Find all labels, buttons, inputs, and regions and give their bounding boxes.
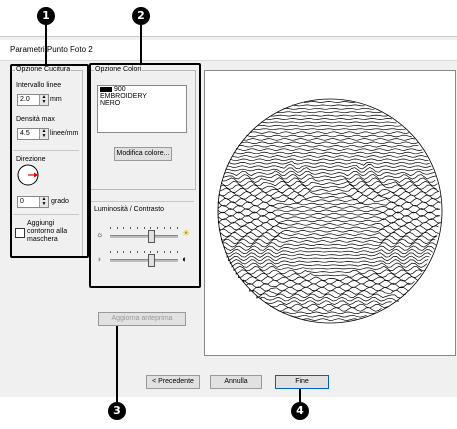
density-spin-buttons[interactable]: ▲ ▼ <box>39 129 48 139</box>
color-brand: EMBROIDERY <box>100 93 147 100</box>
slider-tick <box>130 251 132 253</box>
interval-unit: mm <box>50 96 62 103</box>
slider-tick <box>136 227 138 229</box>
modify-color-button[interactable]: Modifica colore... <box>114 147 172 161</box>
interval-spinner[interactable]: 2.0 ▲ ▼ <box>17 94 49 106</box>
slider-tick <box>150 227 152 229</box>
slider-tick <box>130 227 132 229</box>
color-name: NERO <box>100 100 121 107</box>
callout-3-line <box>116 325 118 402</box>
density-label: Densità max <box>16 116 55 123</box>
color-code: 900 <box>114 86 126 93</box>
callout-4: 4 <box>291 402 309 420</box>
callout-2: 2 <box>132 7 150 25</box>
color-list[interactable]: 900 EMBROIDERY NERO <box>97 85 187 133</box>
slider-tick <box>116 227 118 229</box>
angle-spinner[interactable]: 0 ▲ ▼ <box>17 196 49 208</box>
slider-tick <box>110 227 111 229</box>
back-button[interactable]: < Precedente <box>146 375 200 389</box>
finish-button[interactable]: Fine <box>275 375 329 389</box>
angle-value[interactable]: 0 <box>20 198 24 205</box>
angle-spin-buttons[interactable]: ▲ ▼ <box>39 197 48 207</box>
density-value[interactable]: 4.5 <box>20 130 30 137</box>
interval-value[interactable]: 2.0 <box>20 96 30 103</box>
direction-label: Direzione <box>16 156 46 163</box>
spin-down-icon[interactable]: ▼ <box>40 202 48 207</box>
interval-label: Intervallo linee <box>16 82 62 89</box>
contrast-high-icon: ◐ <box>182 254 188 264</box>
update-preview-button[interactable]: Aggiorna anteprima <box>98 312 186 326</box>
direction-dial[interactable] <box>17 164 39 186</box>
brightness-track <box>110 235 178 238</box>
slider-tick <box>150 251 152 253</box>
callout-2-line <box>140 25 142 65</box>
slider-tick <box>177 251 178 253</box>
slider-tick <box>177 227 178 229</box>
contrast-track <box>110 259 178 262</box>
brightness-thumb[interactable] <box>147 230 155 243</box>
density-unit: linee/mm <box>50 130 79 137</box>
direction-dial-icon[interactable] <box>17 164 39 186</box>
slider-tick <box>170 251 172 253</box>
spin-down-icon[interactable]: ▼ <box>40 134 48 139</box>
color-swatch <box>100 87 112 92</box>
color-list-item[interactable]: 900 <box>100 86 186 93</box>
divider <box>91 201 194 202</box>
contrast-low-icon: ◑ <box>96 254 102 264</box>
callout-3: 3 <box>108 402 126 420</box>
divider <box>13 150 79 151</box>
slider-tick <box>116 251 118 253</box>
slider-tick <box>123 251 125 253</box>
angle-unit: grado <box>51 198 69 205</box>
slider-tick <box>123 227 125 229</box>
callout-1: 1 <box>37 7 55 25</box>
divider <box>13 214 79 215</box>
mask-checkbox[interactable] <box>15 228 25 238</box>
slider-tick <box>143 227 145 229</box>
brightness-low-icon: ☼ <box>96 230 104 239</box>
contrast-thumb[interactable] <box>147 254 155 267</box>
stitch-lines <box>217 101 442 321</box>
dialog-title: Parametri Punto Foto 2 <box>10 45 93 54</box>
slider-tick <box>110 251 111 253</box>
slider-tick <box>156 251 158 253</box>
slider-tick <box>143 251 145 253</box>
preview-panel <box>204 70 456 356</box>
cancel-button[interactable]: Annulla <box>210 375 262 389</box>
spin-down-icon[interactable]: ▼ <box>40 100 48 105</box>
stitch-preview-image <box>217 98 443 324</box>
slider-tick <box>136 251 138 253</box>
slider-tick <box>156 227 158 229</box>
slider-tick <box>170 227 172 229</box>
slider-tick <box>163 251 165 253</box>
slider-tick <box>163 227 165 229</box>
interval-spin-buttons[interactable]: ▲ ▼ <box>39 95 48 105</box>
mask-label: Aggiungi contorno alla maschera <box>27 220 68 243</box>
callout-1-line <box>45 25 47 65</box>
brightness-high-icon: ☀ <box>182 228 191 238</box>
lum-group-label: Luminosità / Contrasto <box>94 206 165 213</box>
density-spinner[interactable]: 4.5 ▲ ▼ <box>17 128 49 140</box>
